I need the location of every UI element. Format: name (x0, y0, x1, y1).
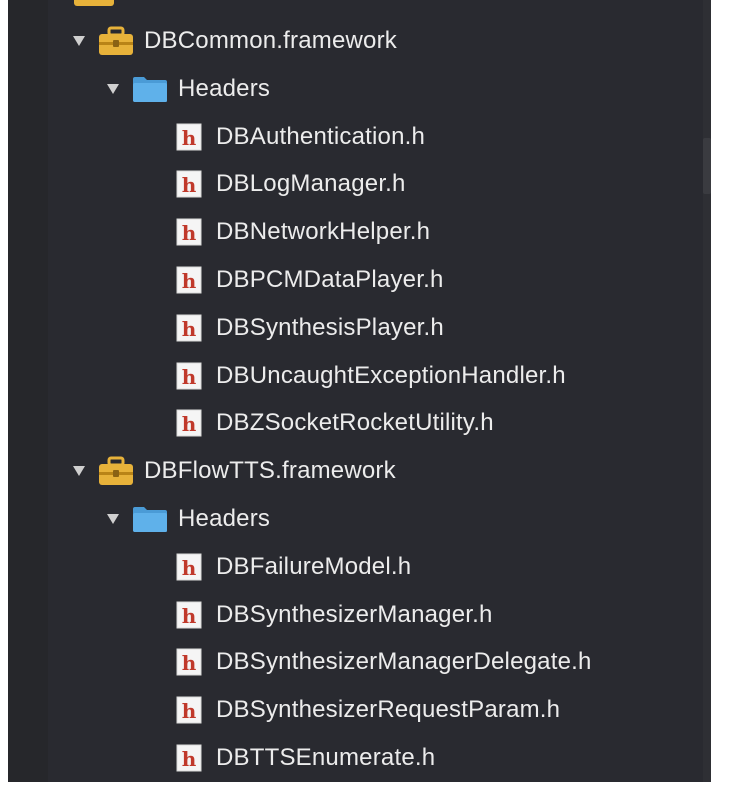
item-label: DBSynthesizerRequestParam.h (216, 696, 561, 723)
svg-text:h: h (182, 365, 197, 389)
svg-text:h: h (182, 317, 197, 341)
item-label: DBCommon.framework (144, 27, 397, 54)
header-file-icon: h (176, 648, 202, 676)
svg-text:h: h (182, 604, 197, 628)
folder-icon (132, 505, 168, 533)
header-file-icon: h (176, 123, 202, 151)
toolbox-icon (98, 456, 134, 486)
disclosure-triangle-icon[interactable] (106, 512, 120, 526)
svg-text:h: h (182, 412, 197, 436)
file-row[interactable]: h DBSynthesisPlayer.h (176, 307, 444, 349)
file-row[interactable]: h DBUncaughtExceptionHandler.h (176, 355, 566, 397)
header-file-icon: h (176, 362, 202, 390)
svg-text:h: h (182, 269, 197, 293)
header-file-icon: h (176, 266, 202, 294)
window-frame: DBCommon.framework Headers h DBAuthenticati… (0, 0, 733, 789)
header-file-icon: h (176, 553, 202, 581)
framework-row[interactable]: DBFlowTTS.framework (72, 450, 396, 492)
file-row[interactable]: h DBSynthesizerManagerDelegate.h (176, 641, 592, 683)
svg-text:h: h (182, 747, 197, 771)
header-file-icon: h (176, 409, 202, 437)
item-label: DBNetworkHelper.h (216, 218, 431, 245)
item-label: DBSynthesizerManagerDelegate.h (216, 648, 592, 675)
framework-row[interactable]: DBCommon.framework (72, 20, 397, 62)
item-label: Headers (178, 75, 271, 102)
svg-text:h: h (182, 556, 197, 580)
file-row[interactable]: h DBNetworkHelper.h (176, 211, 430, 253)
item-label: DBZSocketRocketUtility.h (216, 409, 494, 436)
folder-row[interactable]: Headers (106, 498, 270, 540)
file-row[interactable]: h DBAuthentication.h (176, 116, 425, 158)
item-label: DBLogManager.h (216, 170, 406, 197)
svg-text:h: h (182, 173, 197, 197)
project-navigator: DBCommon.framework Headers h DBAuthenticati… (8, 0, 711, 782)
item-label: DBTTSEnumerate.h (216, 744, 436, 771)
scrollbar-thumb[interactable] (703, 138, 711, 194)
header-file-icon: h (176, 696, 202, 724)
header-file-icon: h (176, 170, 202, 198)
header-file-icon: h (176, 218, 202, 246)
disclosure-triangle-icon[interactable] (106, 82, 120, 96)
item-label: DBPCMDataPlayer.h (216, 266, 444, 293)
partial-toolbox-icon (74, 0, 114, 6)
svg-text:h: h (182, 126, 197, 150)
svg-text:h: h (182, 699, 197, 723)
item-label: DBFlowTTS.framework (144, 457, 396, 484)
folder-row[interactable]: Headers (106, 68, 270, 110)
file-row[interactable]: h DBPCMDataPlayer.h (176, 259, 444, 301)
toolbox-icon (98, 26, 134, 56)
folder-icon (132, 75, 168, 103)
file-row[interactable]: h DBSynthesizerRequestParam.h (176, 689, 560, 731)
svg-text:h: h (182, 221, 197, 245)
item-label: Headers (178, 505, 271, 532)
item-label: DBUncaughtExceptionHandler.h (216, 362, 566, 389)
item-label: DBSynthesizerManager.h (216, 601, 493, 628)
header-file-icon: h (176, 744, 202, 772)
file-row[interactable]: h DBFailureModel.h (176, 546, 411, 588)
file-row[interactable]: h DBSynthesizerManager.h (176, 594, 493, 636)
file-row[interactable]: h DBLogManager.h (176, 163, 406, 205)
file-row[interactable]: h DBTTSEnumerate.h (176, 737, 435, 779)
scrollbar[interactable] (703, 0, 711, 782)
item-label: DBAuthentication.h (216, 123, 426, 150)
disclosure-triangle-icon[interactable] (72, 464, 86, 478)
header-file-icon: h (176, 314, 202, 342)
file-row[interactable]: h DBZSocketRocketUtility.h (176, 402, 494, 444)
item-label: DBFailureModel.h (216, 553, 412, 580)
svg-text:h: h (182, 651, 197, 675)
navigator-gutter (8, 0, 48, 782)
header-file-icon: h (176, 601, 202, 629)
disclosure-triangle-icon[interactable] (72, 34, 86, 48)
item-label: DBSynthesisPlayer.h (216, 314, 444, 341)
